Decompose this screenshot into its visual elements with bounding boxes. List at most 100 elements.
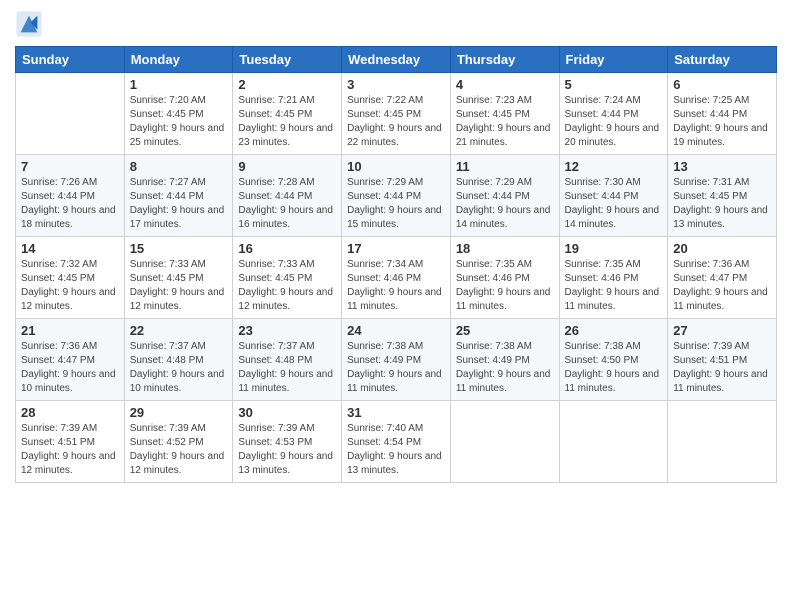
header-thursday: Thursday [450,47,559,73]
day-number: 24 [347,323,445,338]
header-sunday: Sunday [16,47,125,73]
day-info: Sunrise: 7:38 AMSunset: 4:49 PMDaylight:… [456,340,554,396]
calendar-cell: 15 Sunrise: 7:33 AMSunset: 4:45 PMDayligh… [124,237,233,319]
calendar-week-3: 14Sunrise: 7:32 AMSunset: 4:45 PMDayligh… [16,237,777,319]
day-number: 2 [238,77,336,92]
calendar-cell [450,401,559,483]
day-number: 11 [456,159,554,174]
day-info: Sunrise: 7:35 AMSunset: 4:46 PMDaylight:… [456,258,554,314]
day-info: Sunrise: 7:25 AMSunset: 4:44 PMDaylight:… [673,94,771,150]
calendar-cell: 8 Sunrise: 7:27 AMSunset: 4:44 PMDaylight… [124,155,233,237]
day-number: 4 [456,77,554,92]
day-info: Sunrise: 7:39 AMSunset: 4:51 PMDaylight:… [673,340,771,396]
day-number: 15 [130,241,228,256]
day-number: 30 [238,405,336,420]
day-number: 21 [21,323,119,338]
calendar-cell [668,401,777,483]
calendar-week-4: 21Sunrise: 7:36 AMSunset: 4:47 PMDayligh… [16,319,777,401]
day-info: Sunrise: 7:29 AMSunset: 4:44 PMDaylight:… [456,176,554,232]
day-info: Sunrise: 7:27 AMSunset: 4:44 PMDaylight:… [130,176,228,232]
calendar-cell: 10Sunrise: 7:29 AMSunset: 4:44 PMDayligh… [342,155,451,237]
logo [15,10,45,38]
calendar-cell: 6Sunrise: 7:25 AMSunset: 4:44 PMDaylight… [668,73,777,155]
calendar-cell: 21Sunrise: 7:36 AMSunset: 4:47 PMDayligh… [16,319,125,401]
day-info: Sunrise: 7:30 AMSunset: 4:44 PMDaylight:… [565,176,663,232]
calendar-cell: 17 Sunrise: 7:34 AMSunset: 4:46 PMDayligh… [342,237,451,319]
header-saturday: Saturday [668,47,777,73]
day-info: Sunrise: 7:33 AMSunset: 4:45 PMDaylight:… [130,258,228,314]
day-info: Sunrise: 7:31 AMSunset: 4:45 PMDaylight:… [673,176,771,232]
day-number: 8 [130,159,228,174]
calendar-cell: 1 Sunrise: 7:20 AMSunset: 4:45 PMDaylight… [124,73,233,155]
day-number: 20 [673,241,771,256]
day-info: Sunrise: 7:39 AMSunset: 4:51 PMDaylight:… [21,422,119,478]
day-number: 19 [565,241,663,256]
header-monday: Monday [124,47,233,73]
day-number: 12 [565,159,663,174]
calendar-cell: 4 Sunrise: 7:23 AMSunset: 4:45 PMDaylight… [450,73,559,155]
calendar-cell: 31 Sunrise: 7:40 AMSunset: 4:54 PMDayligh… [342,401,451,483]
calendar-cell: 20Sunrise: 7:36 AMSunset: 4:47 PMDayligh… [668,237,777,319]
calendar-cell [16,73,125,155]
calendar-cell: 2 Sunrise: 7:21 AMSunset: 4:45 PMDaylight… [233,73,342,155]
day-number: 5 [565,77,663,92]
day-number: 3 [347,77,445,92]
calendar-cell [559,401,668,483]
calendar-header-row: SundayMondayTuesdayWednesdayThursdayFrid… [16,47,777,73]
header [15,10,777,38]
day-info: Sunrise: 7:23 AMSunset: 4:45 PMDaylight:… [456,94,554,150]
day-number: 27 [673,323,771,338]
calendar-cell: 29Sunrise: 7:39 AMSunset: 4:52 PMDayligh… [124,401,233,483]
calendar-cell: 14Sunrise: 7:32 AMSunset: 4:45 PMDayligh… [16,237,125,319]
day-number: 25 [456,323,554,338]
header-friday: Friday [559,47,668,73]
day-info: Sunrise: 7:28 AMSunset: 4:44 PMDaylight:… [238,176,336,232]
day-number: 9 [238,159,336,174]
day-number: 17 [347,241,445,256]
calendar-cell: 3 Sunrise: 7:22 AMSunset: 4:45 PMDaylight… [342,73,451,155]
calendar-cell: 22Sunrise: 7:37 AMSunset: 4:48 PMDayligh… [124,319,233,401]
calendar-cell: 19 Sunrise: 7:35 AMSunset: 4:46 PMDayligh… [559,237,668,319]
day-info: Sunrise: 7:37 AMSunset: 4:48 PMDaylight:… [130,340,228,396]
day-number: 7 [21,159,119,174]
day-info: Sunrise: 7:29 AMSunset: 4:44 PMDaylight:… [347,176,445,232]
calendar-cell: 12 Sunrise: 7:30 AMSunset: 4:44 PMDayligh… [559,155,668,237]
logo-icon [15,10,43,38]
main-container: SundayMondayTuesdayWednesdayThursdayFrid… [0,0,792,493]
calendar-cell: 28 Sunrise: 7:39 AMSunset: 4:51 PMDayligh… [16,401,125,483]
day-info: Sunrise: 7:40 AMSunset: 4:54 PMDaylight:… [347,422,445,478]
day-number: 16 [238,241,336,256]
calendar-cell: 13Sunrise: 7:31 AMSunset: 4:45 PMDayligh… [668,155,777,237]
day-info: Sunrise: 7:24 AMSunset: 4:44 PMDaylight:… [565,94,663,150]
calendar-cell: 24 Sunrise: 7:38 AMSunset: 4:49 PMDayligh… [342,319,451,401]
day-number: 29 [130,405,228,420]
calendar-week-1: 1 Sunrise: 7:20 AMSunset: 4:45 PMDaylight… [16,73,777,155]
day-number: 26 [565,323,663,338]
day-info: Sunrise: 7:20 AMSunset: 4:45 PMDaylight:… [130,94,228,150]
calendar-week-5: 28 Sunrise: 7:39 AMSunset: 4:51 PMDayligh… [16,401,777,483]
day-info: Sunrise: 7:37 AMSunset: 4:48 PMDaylight:… [238,340,336,396]
calendar-cell: 18Sunrise: 7:35 AMSunset: 4:46 PMDayligh… [450,237,559,319]
day-info: Sunrise: 7:35 AMSunset: 4:46 PMDaylight:… [565,258,663,314]
calendar-cell: 27 Sunrise: 7:39 AMSunset: 4:51 PMDayligh… [668,319,777,401]
calendar-cell: 9 Sunrise: 7:28 AMSunset: 4:44 PMDaylight… [233,155,342,237]
calendar-cell: 23 Sunrise: 7:37 AMSunset: 4:48 PMDayligh… [233,319,342,401]
calendar-cell: 26Sunrise: 7:38 AMSunset: 4:50 PMDayligh… [559,319,668,401]
day-info: Sunrise: 7:33 AMSunset: 4:45 PMDaylight:… [238,258,336,314]
day-number: 1 [130,77,228,92]
day-info: Sunrise: 7:32 AMSunset: 4:45 PMDaylight:… [21,258,119,314]
day-info: Sunrise: 7:38 AMSunset: 4:49 PMDaylight:… [347,340,445,396]
day-number: 23 [238,323,336,338]
calendar-cell: 5 Sunrise: 7:24 AMSunset: 4:44 PMDaylight… [559,73,668,155]
calendar-cell: 30Sunrise: 7:39 AMSunset: 4:53 PMDayligh… [233,401,342,483]
day-info: Sunrise: 7:21 AMSunset: 4:45 PMDaylight:… [238,94,336,150]
day-info: Sunrise: 7:34 AMSunset: 4:46 PMDaylight:… [347,258,445,314]
day-info: Sunrise: 7:22 AMSunset: 4:45 PMDaylight:… [347,94,445,150]
header-tuesday: Tuesday [233,47,342,73]
calendar-week-2: 7Sunrise: 7:26 AMSunset: 4:44 PMDaylight… [16,155,777,237]
calendar-cell: 11 Sunrise: 7:29 AMSunset: 4:44 PMDayligh… [450,155,559,237]
day-number: 31 [347,405,445,420]
day-number: 28 [21,405,119,420]
calendar-table: SundayMondayTuesdayWednesdayThursdayFrid… [15,46,777,483]
header-wednesday: Wednesday [342,47,451,73]
